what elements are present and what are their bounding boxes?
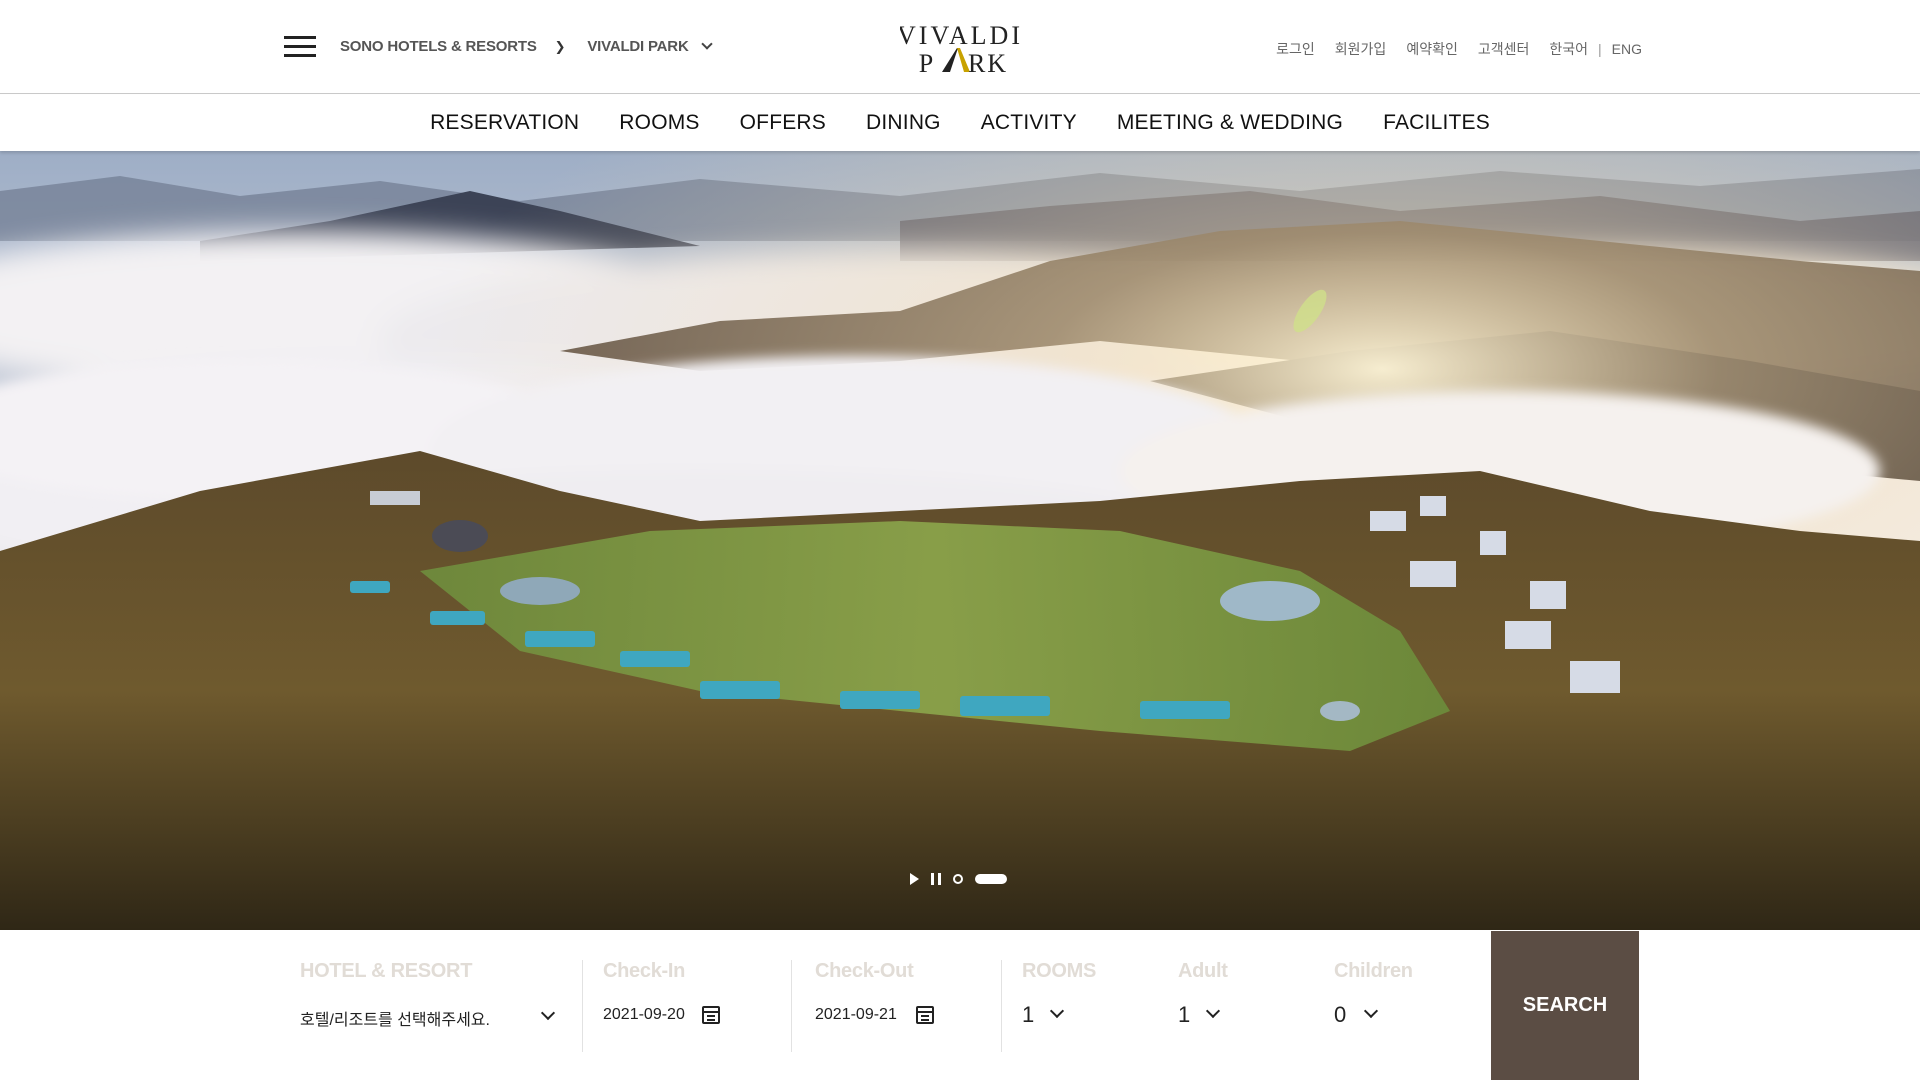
logo-p: P bbox=[919, 49, 933, 76]
login-link[interactable]: 로그인 bbox=[1276, 39, 1315, 59]
breadcrumb-current[interactable]: VIVALDI PARK bbox=[587, 38, 688, 55]
rooms-label: ROOMS bbox=[1022, 960, 1097, 982]
checkin-field[interactable]: Check-In 2021-09-20 bbox=[603, 960, 743, 1050]
hotel-label: HOTEL & RESORT bbox=[300, 960, 473, 982]
vivaldi-park-logo[interactable]: VIVALDI P RK bbox=[900, 20, 1020, 76]
play-icon[interactable] bbox=[910, 873, 919, 885]
slider-controls bbox=[910, 873, 1007, 885]
language-korean[interactable]: 한국어 bbox=[1549, 39, 1588, 59]
chevron-right-icon: ❯ bbox=[554, 38, 566, 54]
breadcrumb-root[interactable]: SONO HOTELS & RESORTS bbox=[340, 38, 537, 55]
booking-bar: HOTEL & RESORT 호텔/리조트를 선택해주세요. Check-In … bbox=[0, 930, 1920, 1080]
checkout-field[interactable]: Check-Out 2021-09-21 bbox=[815, 960, 955, 1050]
chevron-down-icon[interactable] bbox=[540, 1005, 556, 1021]
nav-facilites[interactable]: FACILITES bbox=[1383, 111, 1490, 135]
reservation-check-link[interactable]: 예약확인 bbox=[1406, 39, 1458, 59]
divider bbox=[1001, 960, 1002, 1052]
adult-select[interactable]: Adult 1 bbox=[1178, 960, 1278, 1050]
hero-image bbox=[0, 151, 1920, 930]
search-button[interactable]: SEARCH bbox=[1491, 931, 1639, 1080]
top-header: SONO HOTELS & RESORTS ❯ VIVALDI PARK VIV… bbox=[0, 0, 1920, 94]
hotel-placeholder: 호텔/리조트를 선택해주세요. bbox=[300, 1012, 490, 1029]
rooms-select[interactable]: ROOMS 1 bbox=[1022, 960, 1122, 1050]
logo-a-left bbox=[942, 48, 958, 72]
checkin-label: Check-In bbox=[603, 960, 686, 982]
divider bbox=[582, 960, 583, 1052]
slide-indicator[interactable] bbox=[953, 874, 963, 884]
checkout-label: Check-Out bbox=[815, 960, 914, 982]
nav-activity[interactable]: ACTIVITY bbox=[981, 111, 1077, 135]
pause-icon[interactable] bbox=[931, 873, 941, 885]
nav-meeting-wedding[interactable]: MEETING & WEDDING bbox=[1117, 111, 1343, 135]
checkout-value: 2021-09-21 bbox=[815, 1006, 897, 1023]
menu-icon[interactable] bbox=[284, 36, 316, 60]
logo-rk: RK bbox=[968, 49, 1008, 76]
children-select[interactable]: Children 0 bbox=[1334, 960, 1444, 1050]
calendar-icon[interactable] bbox=[702, 1006, 720, 1024]
slide-indicator-active[interactable] bbox=[975, 874, 1007, 884]
children-label: Children bbox=[1334, 960, 1413, 982]
chevron-down-icon[interactable] bbox=[1049, 1003, 1065, 1019]
hero-banner bbox=[0, 151, 1920, 930]
chevron-down-icon[interactable] bbox=[700, 38, 713, 50]
customer-center-link[interactable]: 고객센터 bbox=[1478, 39, 1530, 59]
logo-line1: VIVALDI bbox=[900, 21, 1020, 50]
divider: | bbox=[1598, 41, 1602, 57]
rooms-value: 1 bbox=[1022, 1002, 1035, 1027]
hotel-select[interactable]: HOTEL & RESORT 호텔/리조트를 선택해주세요. bbox=[300, 960, 560, 1050]
nav-offers[interactable]: OFFERS bbox=[740, 111, 826, 135]
nav-dining[interactable]: DINING bbox=[866, 111, 941, 135]
utility-links: 로그인 회원가입 예약확인 고객센터 한국어 | ENG bbox=[1256, 39, 1642, 59]
adult-label: Adult bbox=[1178, 960, 1228, 982]
breadcrumb: SONO HOTELS & RESORTS ❯ VIVALDI PARK bbox=[340, 38, 713, 55]
main-nav: RESERVATION ROOMS OFFERS DINING ACTIVITY… bbox=[0, 95, 1920, 151]
adult-value: 1 bbox=[1178, 1002, 1191, 1027]
chevron-down-icon[interactable] bbox=[1205, 1003, 1221, 1019]
children-value: 0 bbox=[1334, 1002, 1347, 1027]
divider bbox=[791, 960, 792, 1052]
calendar-icon[interactable] bbox=[916, 1006, 934, 1024]
nav-reservation[interactable]: RESERVATION bbox=[430, 111, 579, 135]
chevron-down-icon[interactable] bbox=[1363, 1003, 1379, 1019]
checkin-value: 2021-09-20 bbox=[603, 1006, 685, 1023]
language-english[interactable]: ENG bbox=[1612, 41, 1642, 57]
signup-link[interactable]: 회원가입 bbox=[1335, 39, 1387, 59]
nav-rooms[interactable]: ROOMS bbox=[619, 111, 699, 135]
